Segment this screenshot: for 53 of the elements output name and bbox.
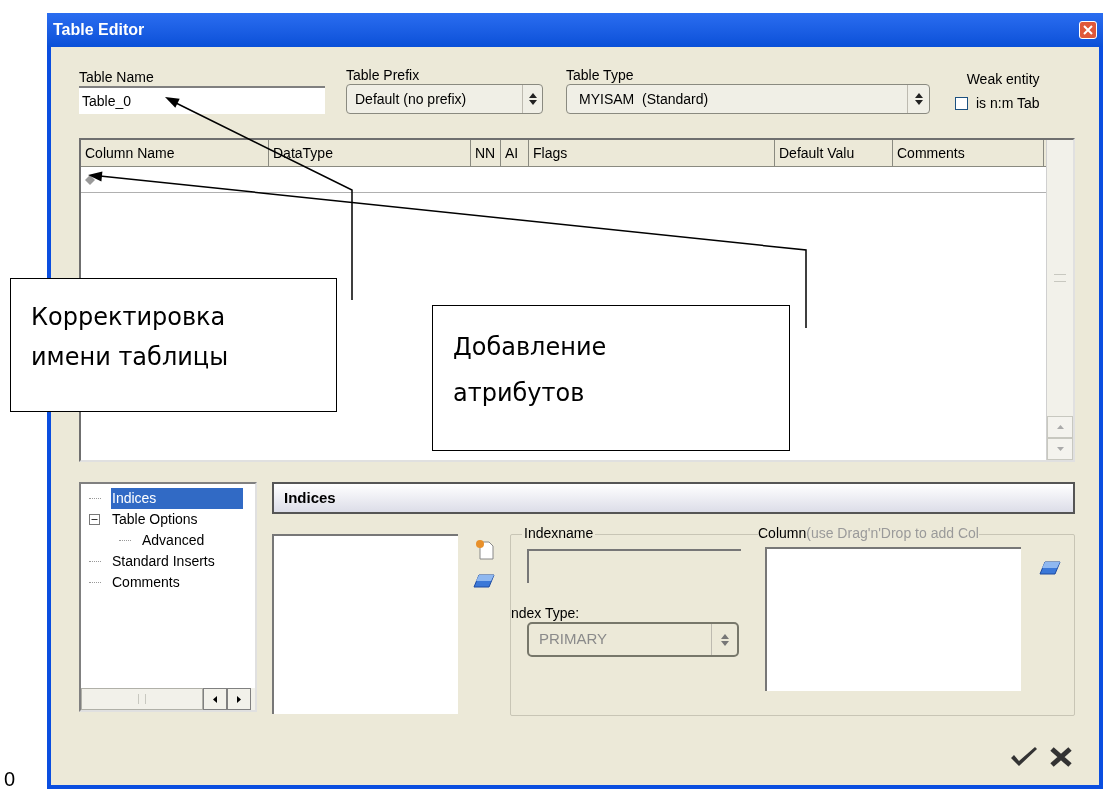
checkbox[interactable] <box>955 97 968 110</box>
horizontal-scrollbar[interactable] <box>81 688 255 710</box>
updown-icon <box>914 93 923 105</box>
hint-text: (use Drag'n'Drop to add Col <box>806 524 979 542</box>
checkbox-label: is n:m Tab <box>976 94 1040 113</box>
slide-number: 0 <box>4 767 16 792</box>
updown-icon <box>528 93 537 105</box>
table-type-dropdown[interactable]: MYISAM (Standard) <box>566 84 930 114</box>
column-header[interactable]: AI <box>501 140 529 166</box>
down-arrow-icon <box>1056 447 1064 451</box>
tree-item[interactable]: Advanced <box>141 530 206 551</box>
column-header[interactable]: Comments <box>893 140 1044 166</box>
scroll-left-button[interactable] <box>203 688 227 710</box>
group-label: Column <box>758 524 807 542</box>
new-document-icon[interactable] <box>473 538 495 560</box>
close-icon <box>1083 25 1093 35</box>
left-arrow-icon <box>213 695 217 703</box>
panel-header: Indices <box>272 482 1075 514</box>
column-header[interactable]: Column Name <box>81 140 269 166</box>
column-header[interactable]: NN <box>471 140 501 166</box>
up-arrow-icon <box>1056 425 1064 429</box>
field-label: Weak entity <box>966 71 1040 87</box>
scroll-thumb[interactable] <box>1054 274 1066 282</box>
tree-item[interactable]: Standard Inserts <box>111 551 216 572</box>
callout-text: Добавление атрибутов <box>432 305 790 451</box>
field-label: Table Name <box>79 69 155 85</box>
column-header[interactable]: DataType <box>269 140 471 166</box>
column-header[interactable]: Flags <box>529 140 775 166</box>
tree-item[interactable]: Indices <box>111 488 243 509</box>
callout-text: Корректировка имени таблицы <box>10 278 337 412</box>
column-header[interactable]: Default Valu <box>775 140 893 166</box>
right-arrow-icon <box>237 695 241 703</box>
check-icon[interactable] <box>1009 746 1039 768</box>
scroll-thumb[interactable] <box>138 694 146 704</box>
columns-list[interactable] <box>765 547 1021 691</box>
field-label: Table Type <box>566 67 635 83</box>
field-label: Table Prefix <box>346 67 421 83</box>
collapse-icon[interactable] <box>89 514 100 525</box>
indices-list[interactable] <box>272 534 458 714</box>
window-title: Table Editor <box>53 20 145 40</box>
eraser-icon[interactable] <box>1039 561 1061 575</box>
tree-item[interactable]: Table Options <box>111 509 199 530</box>
table-prefix-dropdown[interactable]: Default (no prefix) <box>346 84 543 114</box>
updown-icon <box>720 633 729 646</box>
close-icon[interactable] <box>1049 746 1073 768</box>
tree-item[interactable]: Comments <box>111 572 181 593</box>
scroll-right-button[interactable] <box>227 688 251 710</box>
row-marker-icon <box>85 174 95 185</box>
field-label: ndex Type: <box>511 605 581 621</box>
table-name-field[interactable]: Table_0 <box>79 86 325 114</box>
eraser-icon[interactable] <box>473 574 495 588</box>
close-button[interactable] <box>1079 21 1097 39</box>
vertical-scrollbar[interactable] <box>1046 140 1073 460</box>
